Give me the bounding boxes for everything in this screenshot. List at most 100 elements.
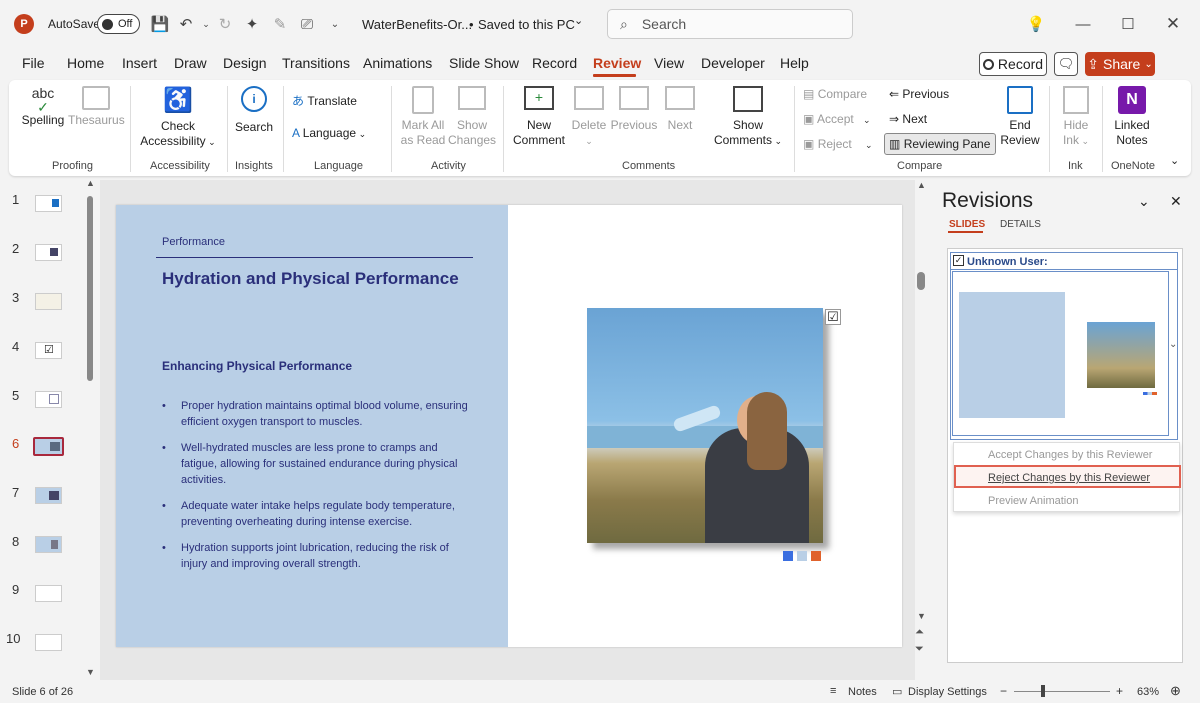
group-label-accessibility: Accessibility (150, 160, 210, 172)
show-comments-button[interactable]: Show Comments ⌄ (708, 86, 788, 149)
share-button[interactable]: ⇪ Share ⌄ (1085, 52, 1155, 76)
reject-changes-by-reviewer[interactable]: Reject Changes by this Reviewer (988, 472, 1150, 484)
zoom-slider[interactable] (1014, 691, 1110, 692)
tab-home[interactable]: Home (67, 55, 104, 71)
slide-thumbnail[interactable] (35, 536, 62, 553)
slide-bullet-list[interactable]: • Proper hydration maintains optimal bloo… (162, 398, 472, 582)
save-icon[interactable]: 💾 (150, 14, 170, 34)
preview-animation[interactable]: Preview Animation (988, 495, 1079, 507)
previous-comment-button[interactable]: Previous (610, 86, 658, 133)
thumbnail-scrollbar[interactable] (87, 196, 93, 381)
ribbon-collapse-icon[interactable]: ⌄ (1170, 154, 1179, 169)
zoom-in-icon[interactable]: + (1116, 684, 1123, 698)
previous-slide-icon[interactable]: ⏶ (915, 626, 924, 639)
slide-thumbnail[interactable]: ☑ (35, 342, 62, 359)
scroll-down-arrow-icon[interactable]: ▼ (86, 667, 95, 677)
editor-scroll-down-icon[interactable]: ▼ (917, 611, 926, 621)
next-slide-icon[interactable]: ⏷ (915, 643, 924, 656)
zoom-level[interactable]: 63% (1137, 686, 1159, 698)
minimize-icon[interactable]: — (1073, 14, 1093, 34)
tab-review[interactable]: Review (593, 55, 641, 71)
tab-slides[interactable]: SLIDES (949, 219, 985, 230)
scroll-up-arrow-icon[interactable]: ▲ (86, 178, 95, 188)
slide-thumbnail[interactable] (35, 634, 62, 651)
notes-button[interactable]: Notes (848, 686, 877, 698)
next-comment-button[interactable]: Next (658, 86, 702, 133)
undo-icon[interactable]: ↶ (176, 14, 196, 34)
slide-thumbnail[interactable] (35, 293, 62, 310)
tab-design[interactable]: Design (223, 55, 267, 71)
tab-insert[interactable]: Insert (122, 55, 157, 71)
slide[interactable]: Performance Hydration and Physical Perfo… (116, 205, 902, 647)
slide-photo[interactable] (587, 308, 823, 543)
linked-notes-button[interactable]: N Linked Notes (1110, 86, 1154, 148)
reviewing-pane-button[interactable]: ▥ Reviewing Pane (884, 133, 996, 155)
tab-record[interactable]: Record (532, 55, 577, 71)
undo-dropdown-icon[interactable]: ⌄ (196, 14, 216, 34)
display-settings-icon[interactable]: ▭ (892, 685, 902, 698)
pen-icon[interactable]: ✎ (270, 14, 290, 34)
accept-changes-by-reviewer[interactable]: Accept Changes by this Reviewer (988, 449, 1152, 461)
spelling-button[interactable]: abc ✓ Spelling (20, 86, 66, 128)
language-button[interactable]: A Language ⌄ (292, 126, 366, 142)
magic-wand-icon[interactable]: ✦ (242, 14, 262, 34)
slide-thumbnail[interactable] (35, 244, 62, 261)
display-settings-button[interactable]: Display Settings (908, 686, 987, 698)
hide-ink-button[interactable]: Hide Ink ⌄ (1058, 86, 1094, 149)
new-comment-button[interactable]: + New Comment (510, 86, 568, 148)
tab-transitions[interactable]: Transitions (282, 55, 350, 71)
tab-animations[interactable]: Animations (363, 55, 432, 71)
close-pane-icon[interactable]: ✕ (1170, 193, 1182, 210)
slide-thumbnail-active[interactable] (33, 437, 64, 456)
tab-developer[interactable]: Developer (701, 55, 765, 71)
thesaurus-button[interactable]: Thesaurus (68, 86, 125, 128)
slide-thumbnail[interactable] (35, 585, 62, 602)
notes-icon[interactable]: ≡ (830, 685, 836, 697)
slide-thumbnail[interactable] (35, 487, 62, 504)
slide-title[interactable]: Hydration and Physical Performance (162, 269, 459, 289)
save-status-chevron-icon[interactable]: ⌄ (574, 14, 583, 27)
slide-thumbnail[interactable] (35, 195, 62, 212)
fit-to-window-icon[interactable]: ⊕ (1170, 683, 1181, 699)
reviewer-checkbox[interactable]: ✓ (953, 255, 964, 266)
search-ribbon-button[interactable]: i Search (233, 86, 275, 135)
editor-scroll-up-icon[interactable]: ▲ (917, 180, 926, 190)
comments-icon[interactable]: 🗨 (1054, 52, 1078, 76)
pane-options-chevron-icon[interactable]: ⌄ (1138, 193, 1150, 210)
previous-change-button[interactable]: ⇐ Previous (889, 87, 949, 102)
redo-icon[interactable]: ↻ (215, 14, 235, 34)
presentation-icon[interactable]: ⎚ (297, 14, 317, 34)
autosave-toggle[interactable]: Off (97, 14, 140, 34)
tab-file[interactable]: File (22, 55, 45, 71)
compare-button[interactable]: ▤ Compare (803, 87, 867, 102)
tab-view[interactable]: View (654, 55, 684, 71)
accept-button[interactable]: ▣ Accept ⌄ (803, 112, 871, 128)
next-change-button[interactable]: ⇒ Next (889, 112, 927, 127)
mark-all-as-read-button[interactable]: Mark All as Read (398, 86, 448, 148)
search-box[interactable]: ⌕ Search (607, 9, 853, 39)
tab-details[interactable]: DETAILS (1000, 219, 1041, 230)
revision-marker-icon[interactable]: ☑ (825, 309, 841, 325)
reviewer-expand-chevron-icon[interactable]: ⌄ (1169, 339, 1177, 350)
close-window-icon[interactable]: ✕ (1163, 14, 1183, 34)
zoom-out-icon[interactable]: − (1000, 684, 1007, 698)
tab-help[interactable]: Help (780, 55, 809, 71)
maximize-icon[interactable]: ☐ (1118, 14, 1138, 34)
tab-slide-show[interactable]: Slide Show (449, 55, 519, 71)
slide-thumbnail[interactable] (35, 391, 62, 408)
record-button[interactable]: Record (979, 52, 1047, 76)
end-review-button[interactable]: End Review (1000, 86, 1040, 148)
reject-button[interactable]: ▣ Reject ⌄ (803, 137, 873, 153)
translate-button[interactable]: あ Translate (292, 94, 357, 109)
show-changes-button[interactable]: Show Changes (448, 86, 496, 148)
check-accessibility-button[interactable]: ♿ Check Accessibility ⌄ (136, 86, 220, 150)
zoom-slider-thumb[interactable] (1041, 685, 1045, 697)
slide-subtitle[interactable]: Enhancing Physical Performance (162, 359, 352, 373)
customize-toolbar-icon[interactable]: ⌄ (325, 14, 345, 34)
editor-scrollbar-thumb[interactable] (917, 272, 925, 290)
reviewer-header-bar (951, 269, 1177, 270)
tab-draw[interactable]: Draw (174, 55, 207, 71)
lightbulb-icon[interactable]: 💡 (1026, 14, 1046, 34)
delete-comment-button[interactable]: Delete ⌄ (568, 86, 610, 149)
reviewer-card[interactable]: ✓ Unknown User: ⌄ (950, 252, 1178, 440)
